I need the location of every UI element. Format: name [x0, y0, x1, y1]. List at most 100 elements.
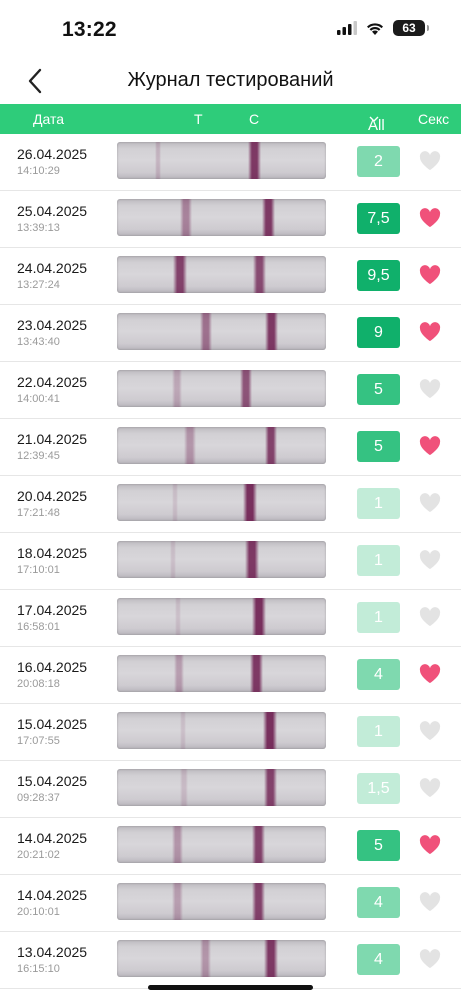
entry-time: 20:08:18 [17, 678, 60, 690]
control-line [264, 769, 277, 806]
test-strip-image[interactable] [117, 826, 326, 863]
nav-bar: Журнал тестирований [0, 58, 461, 104]
result-badge: 4 [357, 944, 400, 975]
heart-icon[interactable] [419, 208, 441, 228]
entry-time: 14:10:29 [17, 165, 60, 177]
list-item[interactable]: 15.04.2025 09:28:37 1,5 [0, 761, 461, 818]
list-item[interactable]: 17.04.2025 16:58:01 1 [0, 590, 461, 647]
signal-icon [337, 21, 357, 35]
list-item[interactable]: 14.04.2025 20:21:02 5 [0, 818, 461, 875]
entry-time: 09:28:37 [17, 792, 60, 804]
entry-time: 12:39:45 [17, 450, 60, 462]
filter-label: All [368, 117, 385, 134]
entry-date: 13.04.2025 [17, 944, 88, 960]
table-header: Дата Т С All Секс [0, 104, 461, 134]
list-item[interactable]: 18.04.2025 17:10:01 1 [0, 533, 461, 590]
test-strip-image[interactable] [117, 484, 326, 521]
list-item[interactable]: 14.04.2025 20:10:01 4 [0, 875, 461, 932]
list-item[interactable]: 23.04.2025 13:43:40 9 [0, 305, 461, 362]
entry-time: 20:21:02 [17, 849, 60, 861]
header-t-line: Т [194, 111, 203, 127]
test-line [170, 541, 176, 578]
test-strip-image[interactable] [117, 712, 326, 749]
test-line [180, 199, 192, 236]
heart-icon[interactable] [419, 322, 441, 342]
heart-icon[interactable] [419, 721, 441, 741]
heart-icon[interactable] [419, 949, 441, 969]
result-badge: 4 [357, 887, 400, 918]
heart-icon[interactable] [419, 778, 441, 798]
status-icons: 63 [337, 20, 429, 36]
battery-icon: 63 [393, 20, 429, 36]
entry-time: 14:00:41 [17, 393, 60, 405]
list-item[interactable]: 16.04.2025 20:08:18 4 [0, 647, 461, 704]
control-line [252, 883, 265, 920]
result-badge: 5 [357, 431, 400, 462]
list-item[interactable]: 25.04.2025 13:39:13 7,5 [0, 191, 461, 248]
list-item[interactable]: 20.04.2025 17:21:48 1 [0, 476, 461, 533]
status-bar: 13:22 63 [0, 0, 461, 60]
test-strip-image[interactable] [117, 541, 326, 578]
heart-icon[interactable] [419, 379, 441, 399]
filter-dropdown[interactable]: All [368, 110, 385, 134]
list-item[interactable]: 22.04.2025 14:00:41 5 [0, 362, 461, 419]
entry-time: 20:10:01 [17, 906, 60, 918]
control-line [252, 598, 266, 635]
heart-icon[interactable] [419, 436, 441, 456]
list-item[interactable]: 26.04.2025 14:10:29 2 [0, 134, 461, 191]
heart-icon[interactable] [419, 664, 441, 684]
control-line [262, 199, 275, 236]
result-badge: 5 [357, 830, 400, 861]
entry-time: 13:39:13 [17, 222, 60, 234]
entry-date: 25.04.2025 [17, 203, 88, 219]
test-strip-image[interactable] [117, 427, 326, 464]
battery-level: 63 [402, 21, 416, 35]
status-time: 13:22 [62, 18, 117, 41]
heart-icon[interactable] [419, 892, 441, 912]
test-strip-image[interactable] [117, 142, 326, 179]
heart-icon[interactable] [419, 493, 441, 513]
test-line [180, 712, 186, 749]
control-line [264, 940, 278, 977]
list-item[interactable]: 21.04.2025 12:39:45 5 [0, 419, 461, 476]
header-date: Дата [33, 111, 65, 127]
test-line [172, 484, 178, 521]
control-line [253, 256, 266, 293]
test-strip-image[interactable] [117, 883, 326, 920]
heart-icon[interactable] [419, 265, 441, 285]
test-strip-image[interactable] [117, 769, 326, 806]
result-badge: 1 [357, 488, 400, 519]
entry-time: 16:15:10 [17, 963, 60, 975]
heart-icon[interactable] [419, 607, 441, 627]
test-strip-image[interactable] [117, 940, 326, 977]
result-badge: 1 [357, 602, 400, 633]
control-line [243, 484, 257, 521]
heart-icon[interactable] [419, 550, 441, 570]
control-line [245, 541, 259, 578]
heart-icon[interactable] [419, 151, 441, 171]
test-strip-image[interactable] [117, 199, 326, 236]
control-line [250, 655, 263, 692]
entry-date: 14.04.2025 [17, 830, 88, 846]
test-strip-image[interactable] [117, 655, 326, 692]
header-sex: Секс [418, 111, 450, 127]
result-badge: 9 [357, 317, 400, 348]
result-badge: 5 [357, 374, 400, 405]
entry-date: 22.04.2025 [17, 374, 88, 390]
test-strip-image[interactable] [117, 313, 326, 350]
list-item[interactable]: 13.04.2025 16:15:10 4 [0, 932, 461, 989]
control-line [252, 826, 265, 863]
test-strip-image[interactable] [117, 370, 326, 407]
result-badge: 7,5 [357, 203, 400, 234]
control-line [265, 313, 278, 350]
result-badge: 1,5 [357, 773, 400, 804]
list-item[interactable]: 15.04.2025 17:07:55 1 [0, 704, 461, 761]
list-item[interactable]: 24.04.2025 13:27:24 9,5 [0, 248, 461, 305]
test-strip-image[interactable] [117, 256, 326, 293]
test-line [172, 370, 182, 407]
heart-icon[interactable] [419, 835, 441, 855]
entry-date: 23.04.2025 [17, 317, 88, 333]
entry-time: 13:43:40 [17, 336, 60, 348]
test-strip-image[interactable] [117, 598, 326, 635]
result-badge: 1 [357, 545, 400, 576]
